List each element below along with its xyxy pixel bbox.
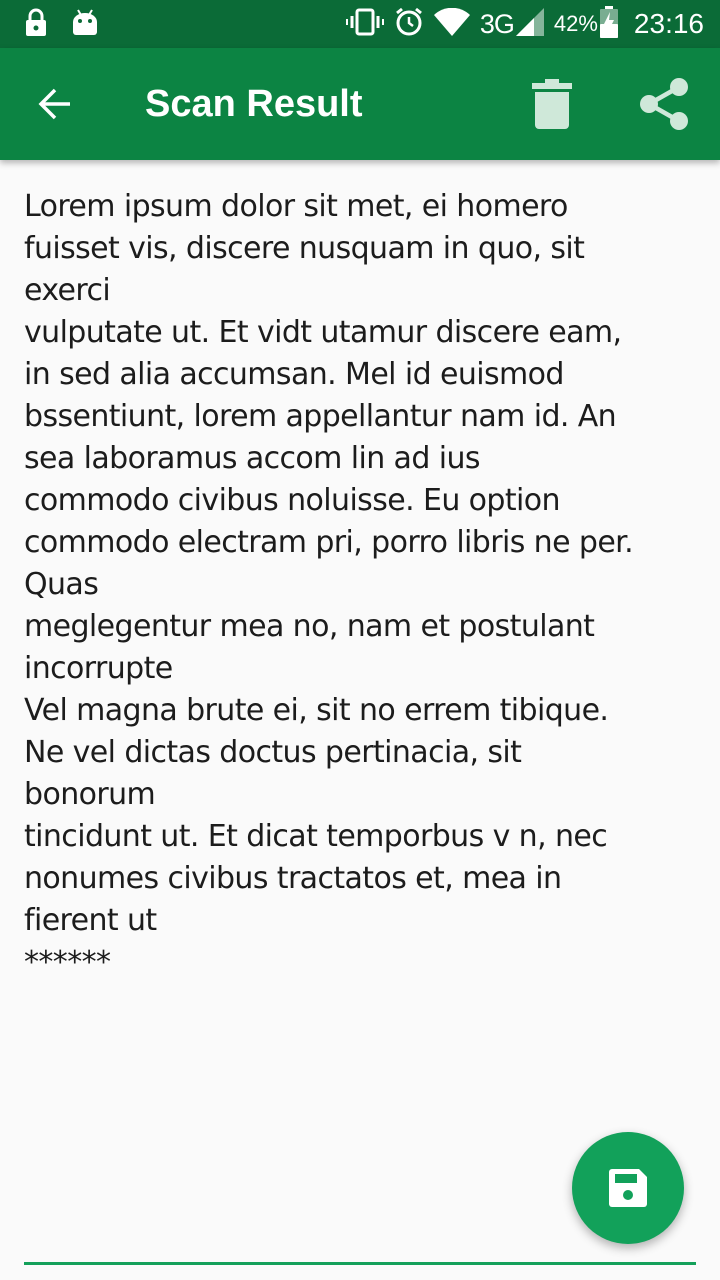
scan-text-line: ****** [24,945,111,980]
scan-text-line: bssentiunt, lorem appellantur nam id. An [24,399,617,434]
app-bar: Scan Result [0,48,720,160]
scan-text-line: Vel magna brute ei, sit no errem tibique… [24,693,609,728]
scan-text-line: vulputate ut. Et vidt utamur discere eam… [24,315,622,350]
arrow-back-icon [38,88,70,120]
status-bar: 3G 42% 23:16 [0,0,720,48]
network-type: 3G [479,8,515,39]
alarm-icon [394,7,424,41]
text-field-underline [24,1262,696,1265]
scan-text-line: bonorum [24,777,156,812]
battery-charging-icon [599,6,618,42]
scan-text-line: nonumes civibus tractatos et, mea in [24,861,562,896]
scan-result-text[interactable]: Lorem ipsum dolor sit met, ei homero fuis… [24,186,704,984]
scan-text-line: fierent ut [24,903,157,938]
scan-text-line: exerci [24,273,111,308]
save-icon [609,1169,647,1207]
save-button[interactable] [572,1132,684,1244]
scan-text-line: in sed alia accumsan. Mel id euismod [24,357,564,392]
lock-icon [24,8,48,42]
signal-icon [515,8,544,40]
page-title: Scan Result [145,83,363,125]
delete-button[interactable] [520,72,584,136]
scan-text-line: sea laboramus accom lin ad ius [24,441,481,476]
scan-text-line: commodo electram pri, porro libris ne pe… [24,525,634,560]
scan-text-line: incorrupte [24,651,173,686]
scan-text-line: commodo civibus noluisse. Eu option [24,483,561,518]
scan-text-line: fuisset vis, discere nusquam in quo, sit [24,231,585,266]
vibrate-icon [345,7,384,41]
scan-text-line: Lorem ipsum dolor sit met, ei homero [24,189,568,224]
scan-text-line: Ne vel dictas doctus pertinacia, sit [24,735,522,770]
back-button[interactable] [24,76,88,132]
scan-text-line: tincidunt ut. Et dicat temporbus v n, ne… [24,819,608,854]
status-icons: 3G 42% 23:16 [345,0,704,48]
share-button[interactable] [632,72,696,136]
scan-text-line: Quas [24,567,99,602]
clock: 23:16 [633,8,704,39]
wifi-icon [433,7,470,40]
delete-icon [532,79,572,129]
battery-percent: 42% [553,11,598,36]
scan-text-line: meglegentur mea no, nam et postulant [24,609,595,644]
share-icon [640,78,688,130]
android-icon [72,8,98,42]
